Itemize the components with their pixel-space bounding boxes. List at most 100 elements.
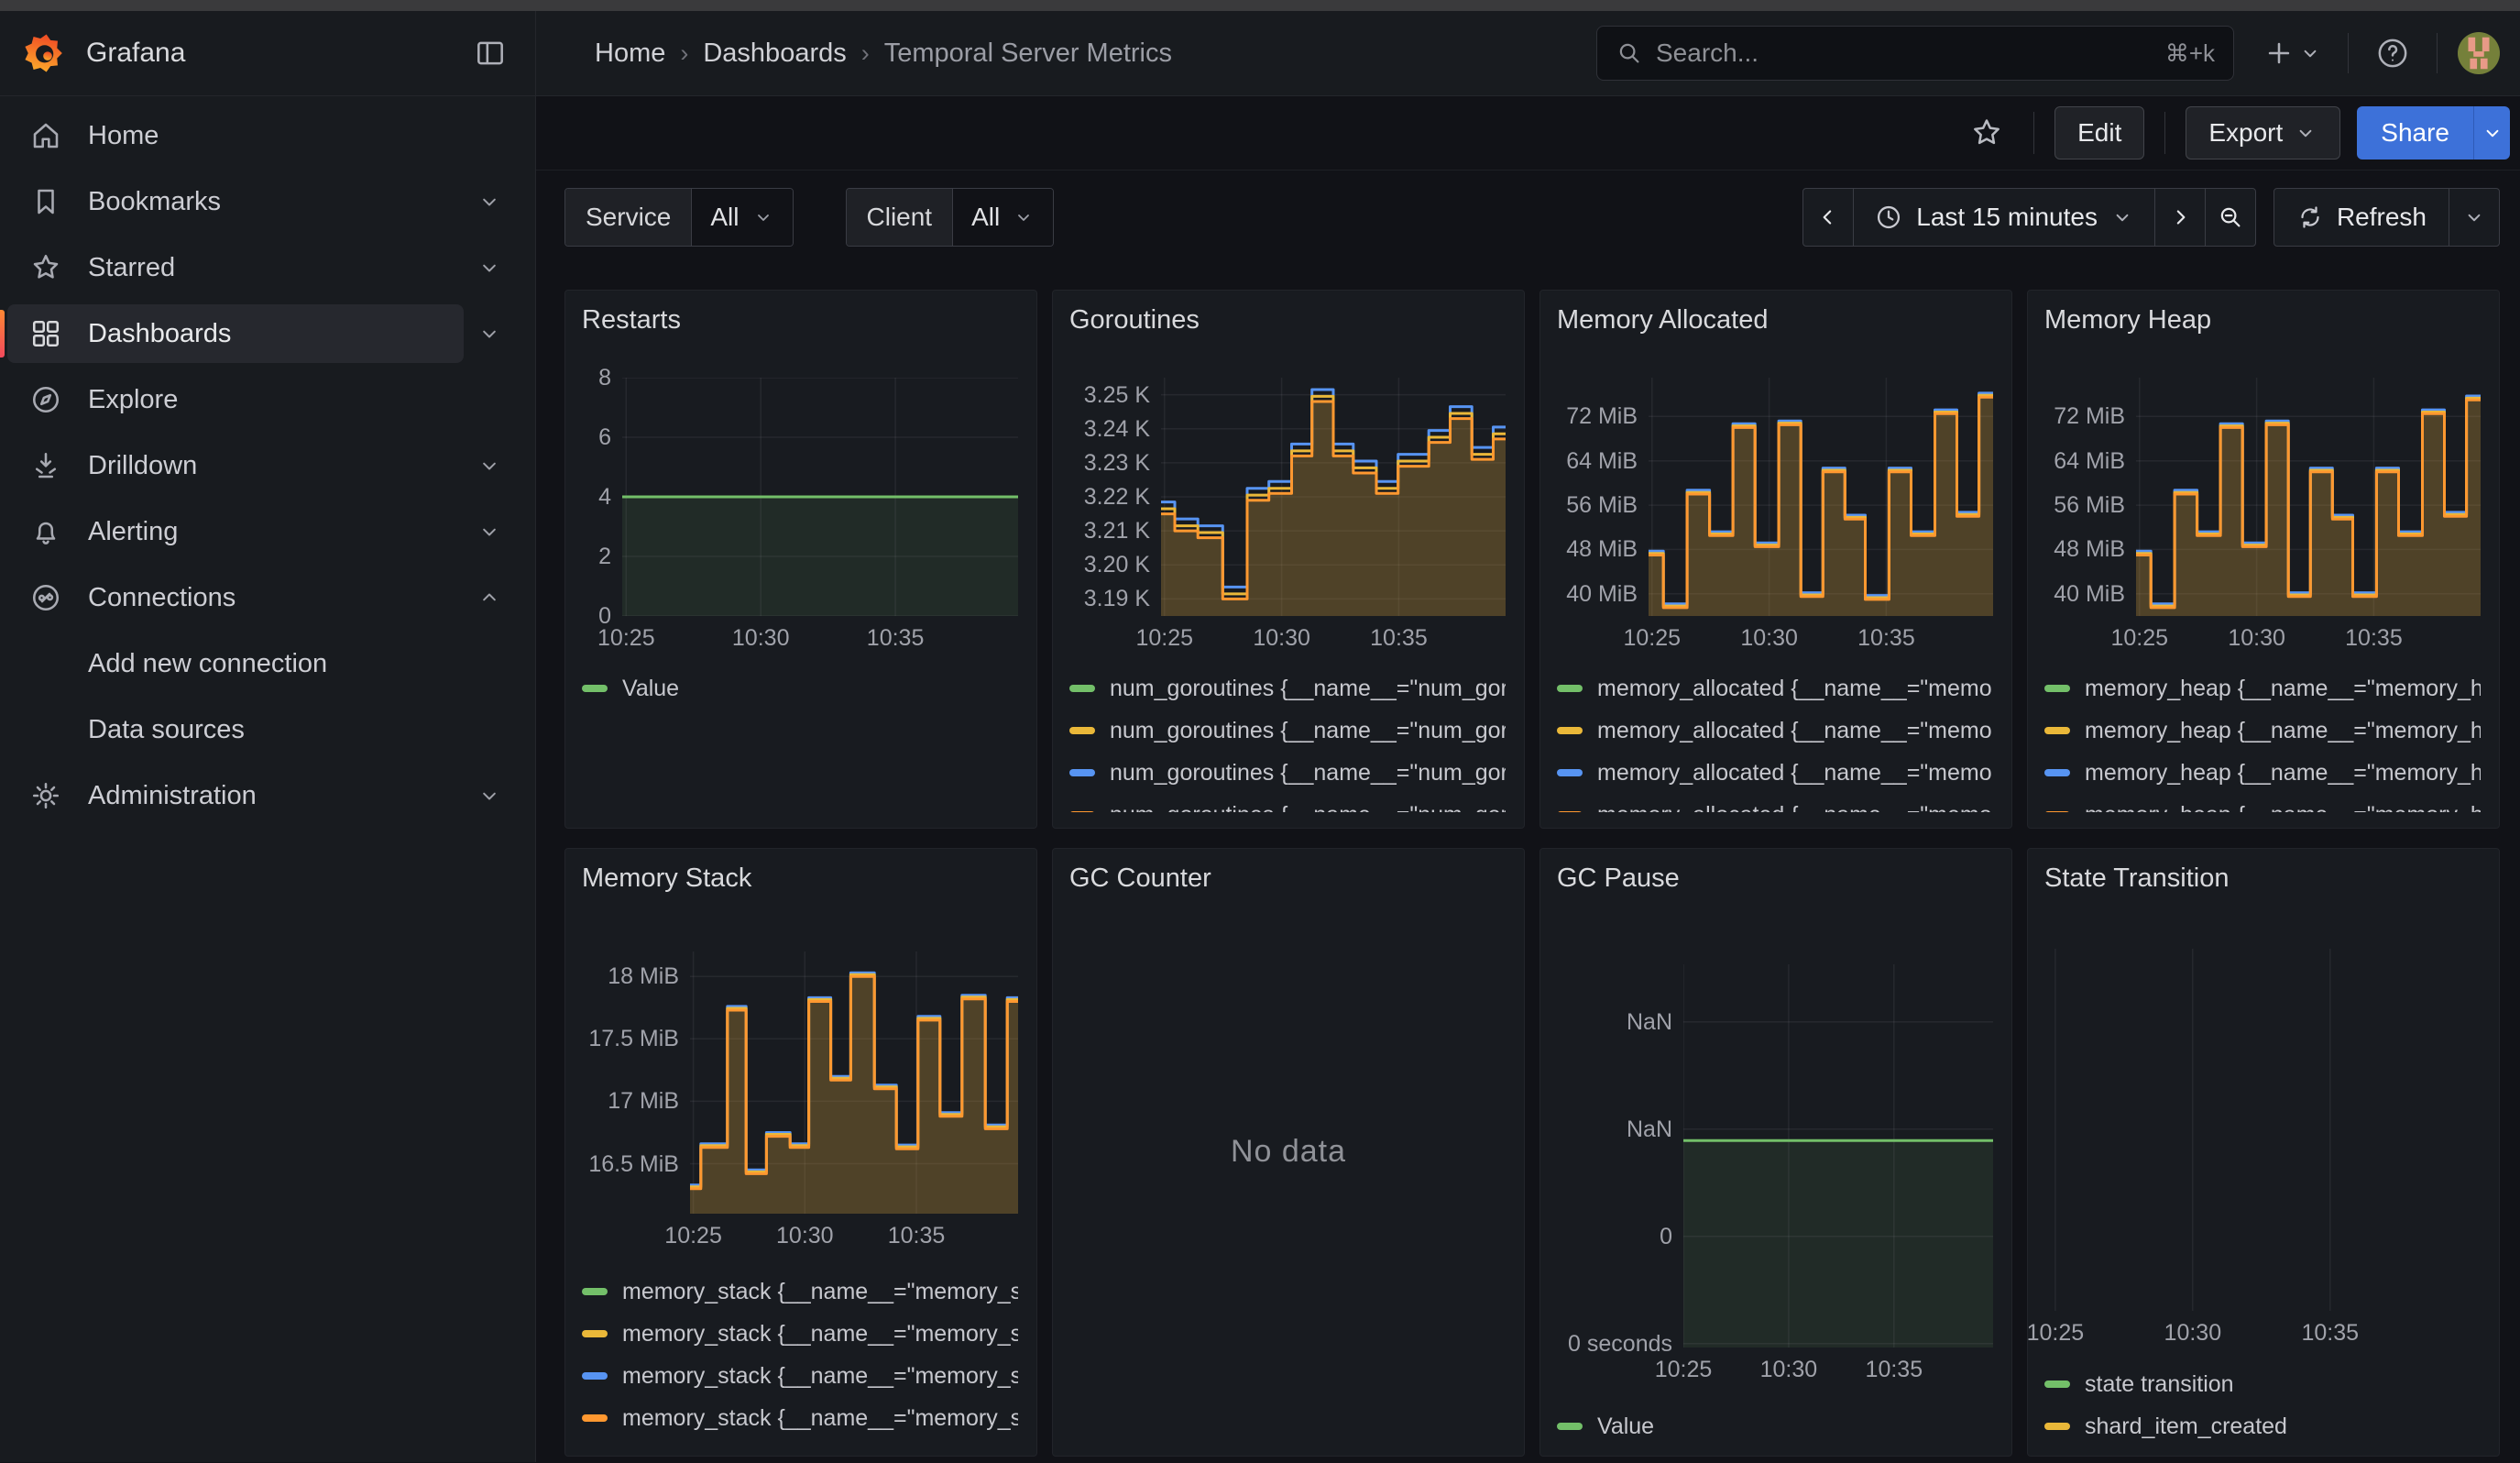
sidebar-link-dashboards[interactable]: Dashboards bbox=[7, 304, 464, 363]
chevron-down-icon[interactable] bbox=[464, 453, 515, 478]
x-tick-label: 10:30 bbox=[732, 625, 790, 652]
chevron-down-icon[interactable] bbox=[464, 189, 515, 214]
sidebar-item-label: Explore bbox=[88, 385, 178, 415]
chevron-down-icon bbox=[752, 206, 774, 228]
add-new-button[interactable] bbox=[2258, 32, 2328, 74]
search-box[interactable]: ⌘+k bbox=[1596, 26, 2234, 81]
legend-series-label[interactable]: memory_heap {__name__="memory_heap" bbox=[2085, 676, 2481, 702]
legend-item: memory_allocated {__name__="memory_alloc… bbox=[1557, 794, 1995, 812]
search-input[interactable] bbox=[1656, 38, 2153, 68]
legend-series-label[interactable]: memory_heap {__name__="memory_heap" bbox=[2085, 760, 2481, 786]
legend-item: shard_item_created bbox=[2044, 1405, 2482, 1447]
chart-plot-area[interactable] bbox=[1649, 378, 1993, 616]
legend-series-label[interactable]: memory_heap {__name__="memory_heap" bbox=[2085, 718, 2481, 744]
legend-series-label[interactable]: memory_allocated {__name__="memory_alloc… bbox=[1597, 718, 1993, 744]
legend-series-label[interactable]: memory_heap {__name__="memory_heap" bbox=[2085, 802, 2481, 813]
panel-title-restarts[interactable]: Restarts bbox=[582, 303, 681, 336]
legend-series-label[interactable]: num_goroutines {__name__="num_goroutines… bbox=[1110, 760, 1506, 786]
brand-name[interactable]: Grafana bbox=[86, 38, 185, 69]
sidebar-link-administration[interactable]: Administration bbox=[7, 766, 464, 825]
y-tick-label: 16.5 MiB bbox=[588, 1151, 679, 1177]
edit-button[interactable]: Edit bbox=[2054, 106, 2144, 160]
panel-title-gc-pause[interactable]: GC Pause bbox=[1557, 862, 1680, 895]
refresh-button[interactable]: Refresh bbox=[2273, 188, 2449, 247]
chart-plot-area[interactable] bbox=[622, 378, 1018, 616]
search-shortcut-hint: ⌘+k bbox=[2165, 39, 2215, 68]
y-tick-label: 2 bbox=[598, 544, 611, 569]
sidebar-item-label: Bookmarks bbox=[88, 187, 221, 217]
chevron-down-icon[interactable] bbox=[464, 321, 515, 346]
client-filter-value[interactable]: All bbox=[952, 189, 1053, 246]
panel-title-goroutines[interactable]: Goroutines bbox=[1069, 303, 1200, 336]
legend-series-label[interactable]: num_goroutines {__name__="num_goroutines… bbox=[1110, 676, 1506, 702]
chevron-down-icon[interactable] bbox=[464, 519, 515, 544]
panel-title-memory-heap[interactable]: Memory Heap bbox=[2044, 303, 2211, 336]
legend-series-label[interactable]: memory_allocated {__name__="memory_alloc… bbox=[1597, 760, 1993, 786]
legend-series-label[interactable]: Value bbox=[622, 676, 679, 702]
time-shift-forward-button[interactable] bbox=[2154, 188, 2206, 247]
time-shift-back-button[interactable] bbox=[1802, 188, 1854, 247]
chart-plot-area[interactable] bbox=[1161, 378, 1506, 616]
chart-plot-area[interactable] bbox=[1683, 964, 1993, 1348]
chevron-down-icon[interactable] bbox=[464, 255, 515, 280]
panel-title-gc-counter[interactable]: GC Counter bbox=[1069, 862, 1211, 895]
sidebar-link-alerting[interactable]: Alerting bbox=[7, 502, 464, 561]
legend-series-label[interactable]: shard_item_created bbox=[2085, 1414, 2287, 1440]
y-tick-label: 0 seconds bbox=[1568, 1331, 1672, 1357]
breadcrumb-dashboards[interactable]: Dashboards bbox=[703, 38, 846, 69]
grafana-logo-icon[interactable] bbox=[20, 30, 66, 76]
sidebar-item-drilldown: Drilldown bbox=[0, 436, 535, 495]
sidebar-link-explore[interactable]: Explore bbox=[7, 370, 464, 429]
sidebar-toggle-icon[interactable] bbox=[467, 30, 513, 76]
panel-legend: memory_stack {__name__="memory_stack"mem… bbox=[582, 1270, 1020, 1439]
legend-series-label[interactable]: memory_stack {__name__="memory_stack" bbox=[622, 1363, 1018, 1390]
y-tick-label: 64 MiB bbox=[1566, 448, 1638, 474]
favorite-star-icon[interactable] bbox=[1960, 106, 2013, 160]
refresh-interval-caret[interactable] bbox=[2449, 188, 2500, 247]
sidebar-link-home[interactable]: Home bbox=[7, 106, 464, 165]
user-avatar[interactable] bbox=[2458, 32, 2500, 74]
panel-title-memory-stack[interactable]: Memory Stack bbox=[582, 862, 751, 895]
chevron-down-icon[interactable] bbox=[464, 783, 515, 808]
chevron-up-icon[interactable] bbox=[464, 585, 515, 610]
chart-plot-area[interactable] bbox=[690, 952, 1018, 1214]
legend-series-label[interactable]: num_goroutines {__name__="num_goroutines… bbox=[1110, 718, 1506, 744]
x-tick-label: 10:30 bbox=[2228, 625, 2285, 652]
legend-series-label[interactable]: memory_allocated {__name__="memory_alloc… bbox=[1597, 676, 1993, 702]
share-button[interactable]: Share bbox=[2357, 106, 2473, 160]
legend-series-label[interactable]: memory_stack {__name__="memory_stack" bbox=[622, 1321, 1018, 1348]
panel-title-state-transition[interactable]: State Transition bbox=[2044, 862, 2230, 895]
x-tick-label: 10:35 bbox=[2345, 625, 2403, 652]
sidebar-link-add-new-connection[interactable]: Add new connection bbox=[7, 634, 464, 693]
chart-plot-area[interactable] bbox=[2044, 949, 2481, 1311]
legend-series-marker bbox=[1069, 769, 1095, 776]
sidebar-item-label: Connections bbox=[88, 583, 236, 613]
panel-gc-counter: GC CounterNo data bbox=[1052, 848, 1525, 1457]
help-icon[interactable] bbox=[2369, 29, 2416, 77]
sidebar-link-connections[interactable]: Connections bbox=[7, 568, 464, 627]
export-button[interactable]: Export bbox=[2186, 106, 2340, 160]
x-tick-label: 10:25 bbox=[2027, 1320, 2084, 1347]
chart-plot-area[interactable] bbox=[2136, 378, 2481, 616]
legend-series-label[interactable]: memory_stack {__name__="memory_stack" bbox=[622, 1279, 1018, 1305]
legend-series-label[interactable]: memory_stack {__name__="memory_stack" bbox=[622, 1405, 1018, 1432]
legend-series-label[interactable]: memory_allocated {__name__="memory_alloc… bbox=[1597, 802, 1993, 813]
x-axis: 10:2510:3010:35 bbox=[1161, 616, 1506, 656]
panel-title-memory-allocated[interactable]: Memory Allocated bbox=[1557, 303, 1769, 336]
sidebar-link-starred[interactable]: Starred bbox=[7, 238, 464, 297]
breadcrumb-home[interactable]: Home bbox=[595, 38, 665, 69]
x-axis: 10:2510:3010:35 bbox=[1683, 1348, 1993, 1388]
sidebar-link-drilldown[interactable]: Drilldown bbox=[7, 436, 464, 495]
time-range-picker[interactable]: Last 15 minutes bbox=[1853, 188, 2155, 247]
sidebar-link-bookmarks[interactable]: Bookmarks bbox=[7, 172, 464, 231]
zoom-out-time-button[interactable] bbox=[2205, 188, 2256, 247]
sidebar-link-data-sources[interactable]: Data sources bbox=[7, 700, 464, 759]
share-options-caret[interactable] bbox=[2473, 106, 2510, 160]
legend-series-label[interactable]: num_goroutines {__name__="num_goroutines… bbox=[1110, 802, 1506, 813]
gear-icon bbox=[29, 779, 62, 812]
service-filter-value[interactable]: All bbox=[691, 189, 792, 246]
legend-series-label[interactable]: state transition bbox=[2085, 1371, 2234, 1398]
legend-series-label[interactable]: Value bbox=[1597, 1414, 1654, 1440]
client-filter: Client All bbox=[846, 188, 1055, 247]
y-tick-label: 72 MiB bbox=[1566, 403, 1638, 429]
